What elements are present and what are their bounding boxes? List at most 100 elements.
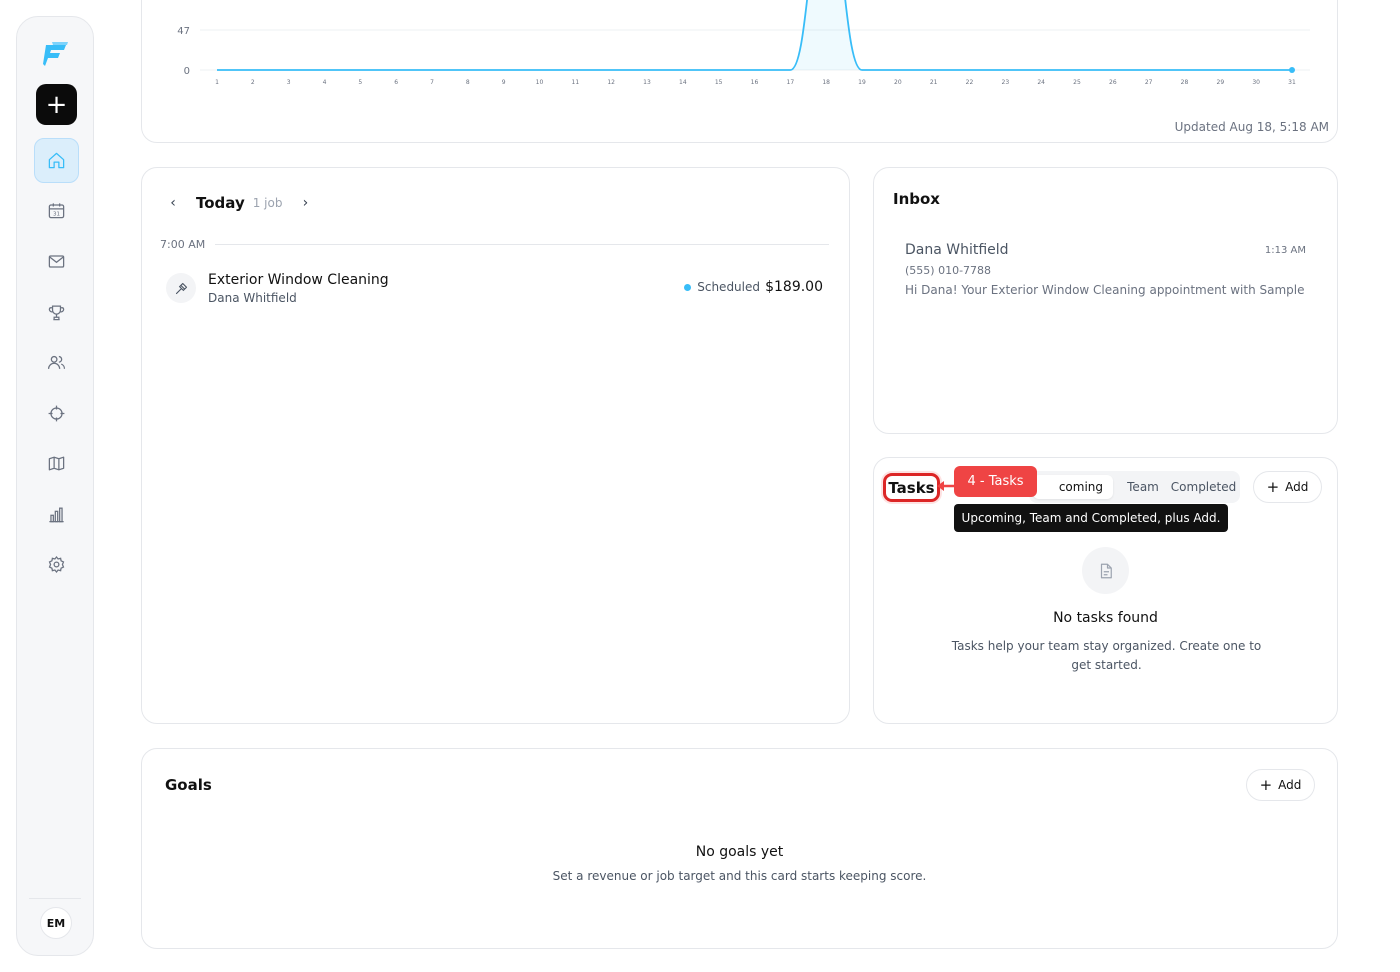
job-count: 1 job xyxy=(252,196,283,210)
gear-icon xyxy=(48,555,65,574)
status-dot xyxy=(684,283,692,291)
prev-day-button[interactable]: ‹ xyxy=(166,195,180,211)
goals-empty-title: No goals yet xyxy=(695,844,784,860)
sidebar-divider xyxy=(29,898,81,899)
x-tick-label: 7 xyxy=(430,79,434,86)
tasks-title: Tasks xyxy=(883,473,940,502)
tasks-tabs: coming Team Completed xyxy=(1029,471,1240,503)
time-label: 7:00 AM xyxy=(160,238,206,251)
tasks-empty-title: No tasks found xyxy=(1053,610,1158,626)
users-icon xyxy=(47,355,66,369)
bar-chart-icon xyxy=(49,507,64,523)
nav-targets[interactable] xyxy=(34,391,79,436)
nav-home[interactable] xyxy=(34,138,79,183)
revenue-chart-card: 0 47 1 2 3 4 5 6 7 8 9 10 11 12 13 14 15 16 17 18 19 20 21 22 23… xyxy=(141,0,1338,143)
job-status-label: Scheduled xyxy=(697,280,760,294)
x-tick-label: 26 xyxy=(1109,79,1117,86)
x-tick-label: 3 xyxy=(287,79,291,86)
svg-text:31: 31 xyxy=(53,212,61,218)
add-task-button[interactable]: + Add xyxy=(1253,471,1322,503)
tab-completed[interactable]: Completed xyxy=(1171,475,1236,499)
schedule-card: ‹ Today 1 job › 7:00 AM Exterior Window … xyxy=(141,167,850,724)
hammer-icon xyxy=(166,273,196,303)
message-phone: (555) 010-7788 xyxy=(905,264,992,277)
job-client: Dana Whitfield xyxy=(208,291,297,305)
tab-team[interactable]: Team xyxy=(1116,475,1170,499)
schedule-day-label: Today xyxy=(196,194,245,212)
x-tick-label: 13 xyxy=(643,79,651,86)
logo-icon[interactable] xyxy=(40,37,72,69)
message-preview: Hi Dana! Your Exterior Window Cleaning a… xyxy=(905,283,1307,297)
x-tick-label: 9 xyxy=(502,79,506,86)
x-tick-label: 11 xyxy=(572,79,580,86)
job-price: $189.00 xyxy=(765,279,823,295)
x-tick-label: 29 xyxy=(1217,79,1225,86)
x-tick-label: 28 xyxy=(1181,79,1189,86)
time-divider xyxy=(215,244,829,245)
x-tick-label: 2 xyxy=(251,79,255,86)
x-tick-label: 21 xyxy=(930,79,938,86)
nav-inbox[interactable] xyxy=(34,239,79,284)
series-end-point xyxy=(1289,67,1295,73)
document-icon xyxy=(1082,547,1129,594)
x-tick-label: 18 xyxy=(822,79,830,86)
x-tick-label: 19 xyxy=(858,79,866,86)
annotation-callout: 4 - Tasks xyxy=(954,466,1037,497)
x-tick-label: 6 xyxy=(394,79,398,86)
job-row[interactable]: Exterior Window Cleaning Dana Whitfield … xyxy=(166,271,823,305)
add-task-label: Add xyxy=(1285,480,1309,494)
tasks-empty-description: Tasks help your team stay organized. Cre… xyxy=(951,639,1262,672)
goals-card: Goals + Add No goals yet Set a revenue o… xyxy=(141,748,1338,949)
tasks-card: coming Team Completed + Add Tasks 4 - Ta… xyxy=(873,457,1338,724)
next-day-button[interactable]: › xyxy=(298,195,312,211)
x-tick-label: 20 xyxy=(894,79,902,86)
callout-arrow-icon xyxy=(937,481,956,491)
nav-reports[interactable] xyxy=(34,492,79,537)
inbox-card: Inbox Dana Whitfield 1:13 AM (555) 010-7… xyxy=(873,167,1338,434)
nav-customers[interactable] xyxy=(34,340,79,385)
x-tick-label: 12 xyxy=(607,79,615,86)
nav-calendar[interactable]: 31 xyxy=(34,188,79,233)
nav-settings[interactable] xyxy=(34,542,79,587)
trophy-icon xyxy=(48,305,65,321)
nav-goals[interactable] xyxy=(34,290,79,335)
x-tick-label: 1 xyxy=(215,79,219,86)
x-tick-label: 5 xyxy=(358,79,362,86)
sidebar: + 31 EM xyxy=(16,16,94,956)
revenue-chart: 0471 2 3 4 5 6 7 8 9 10 11 12 13 14 15 16 17 18 19 20 21 22 23… xyxy=(177,0,1310,86)
x-tick-label: 17 xyxy=(787,79,795,86)
x-tick-label: 15 xyxy=(715,79,723,86)
map-icon xyxy=(48,456,65,471)
x-tick-label: 16 xyxy=(751,79,759,86)
time-slot: 7:00 AM xyxy=(160,238,829,251)
user-avatar[interactable]: EM xyxy=(40,907,72,939)
y-tick-label: 47 xyxy=(177,26,190,37)
x-tick-label: 23 xyxy=(1002,79,1010,86)
schedule-header: ‹ Today 1 job › xyxy=(166,192,312,214)
chart-updated-text: Updated Aug 18, 5:18 AM xyxy=(1174,120,1329,134)
mail-icon xyxy=(48,255,65,268)
x-tick-label: 30 xyxy=(1252,79,1260,86)
calendar-icon: 31 xyxy=(48,203,65,219)
plus-icon: + xyxy=(1259,776,1273,794)
tab-upcoming[interactable]: coming xyxy=(1033,475,1113,499)
home-icon xyxy=(48,152,65,169)
x-tick-label: 22 xyxy=(966,79,974,86)
job-status: Scheduled xyxy=(684,280,760,294)
crosshair-icon xyxy=(48,405,65,422)
create-button[interactable]: + xyxy=(36,84,77,125)
x-tick-label: 10 xyxy=(536,79,544,86)
x-tick-label: 4 xyxy=(323,79,327,86)
inbox-title: Inbox xyxy=(893,190,940,208)
plus-icon: + xyxy=(1266,478,1280,496)
goals-title: Goals xyxy=(165,776,212,794)
add-goal-button[interactable]: + Add xyxy=(1246,769,1315,801)
x-tick-label: 25 xyxy=(1073,79,1081,86)
message-sender: Dana Whitfield xyxy=(905,242,1009,258)
y-tick-label: 0 xyxy=(184,66,190,77)
series-line xyxy=(217,0,1292,71)
x-tick-label: 31 xyxy=(1288,79,1296,86)
tasks-tooltip: Upcoming, Team and Completed, plus Add. xyxy=(954,504,1228,532)
nav-map[interactable] xyxy=(34,441,79,486)
goals-empty-description: Set a revenue or job target and this car… xyxy=(552,869,927,883)
